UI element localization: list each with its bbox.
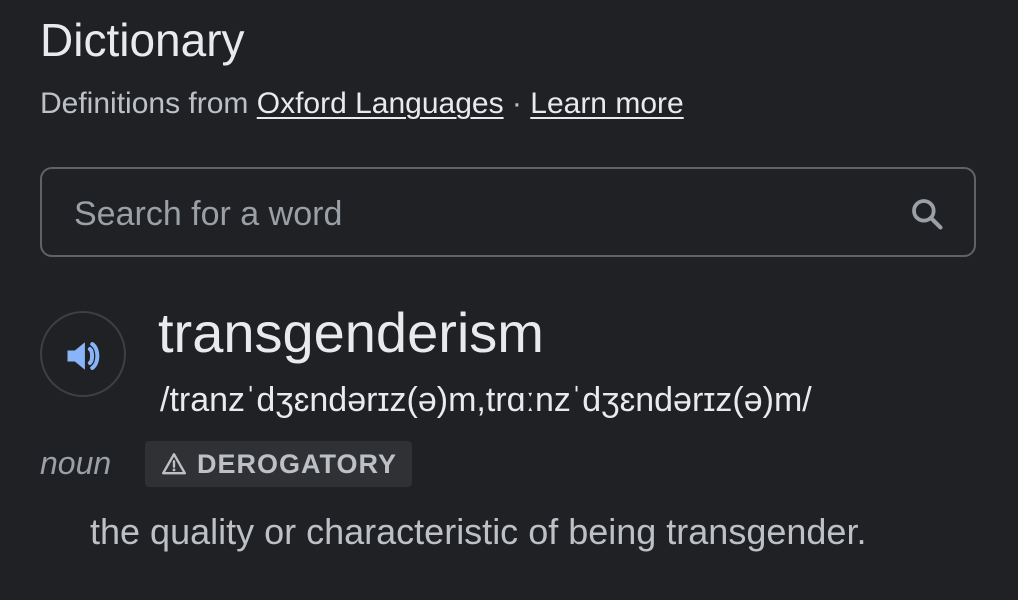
dictionary-card: Dictionary Definitions from Oxford Langu…	[0, 0, 1018, 600]
definition-text: the quality or characteristic of being t…	[90, 511, 867, 552]
search-box	[40, 167, 976, 257]
pronunciation-audio-button[interactable]	[40, 311, 126, 397]
page-title: Dictionary	[40, 14, 245, 66]
part-of-speech: noun	[40, 445, 112, 481]
search-input[interactable]	[72, 187, 896, 241]
warning-icon	[161, 453, 187, 475]
source-prefix: Definitions from	[40, 87, 249, 120]
speaker-icon	[67, 342, 100, 370]
source-separator: ·	[503, 87, 531, 120]
phonetic-spelling: /tranzˈdʒɛndərɪz(ə)m,trɑːnzˈdʒɛndərɪz(ə)…	[160, 381, 812, 419]
headword: transgenderism	[158, 301, 544, 364]
usage-label-text: DEROGATORY	[197, 448, 398, 479]
search-icon[interactable]	[908, 195, 946, 233]
source-line: Definitions from Oxford Languages · Lear…	[40, 84, 684, 124]
oxford-languages-link[interactable]: Oxford Languages	[257, 87, 504, 120]
usage-label-badge: DEROGATORY	[145, 441, 413, 487]
learn-more-link[interactable]: Learn more	[530, 87, 683, 120]
